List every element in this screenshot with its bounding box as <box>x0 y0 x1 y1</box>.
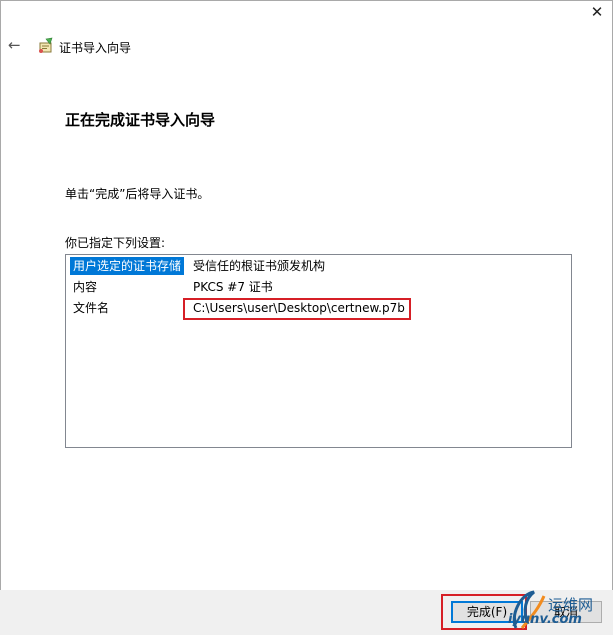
settings-row[interactable]: 内容 PKCS #7 证书 <box>70 276 560 296</box>
settings-value: 受信任的根证书颁发机构 <box>193 259 326 273</box>
wizard-title: 证书导入向导 <box>59 41 132 55</box>
back-arrow-icon[interactable]: ← <box>8 37 24 53</box>
settings-key: 用户选定的证书存储 <box>70 257 185 275</box>
close-icon[interactable]: ✕ <box>589 4 605 20</box>
filename-annotation-box <box>183 298 411 320</box>
settings-key: 内容 <box>73 280 98 294</box>
settings-listbox[interactable]: 用户选定的证书存储 受信任的根证书颁发机构 内容 PKCS #7 证书 文件名 … <box>65 254 572 448</box>
page-heading: 正在完成证书导入向导 <box>65 111 216 129</box>
settings-value: PKCS #7 证书 <box>193 280 273 294</box>
certificate-wizard-icon <box>39 37 53 53</box>
instruction-text: 单击“完成”后将导入证书。 <box>65 187 210 201</box>
settings-key: 文件名 <box>73 301 110 315</box>
settings-row[interactable]: 用户选定的证书存储 受信任的根证书颁发机构 <box>70 255 560 275</box>
watermark-logo: 运维网 iyunv.com <box>508 588 613 635</box>
settings-label: 你已指定下列设置: <box>65 236 166 250</box>
watermark-bottom-text: iyunv.com <box>508 612 582 627</box>
